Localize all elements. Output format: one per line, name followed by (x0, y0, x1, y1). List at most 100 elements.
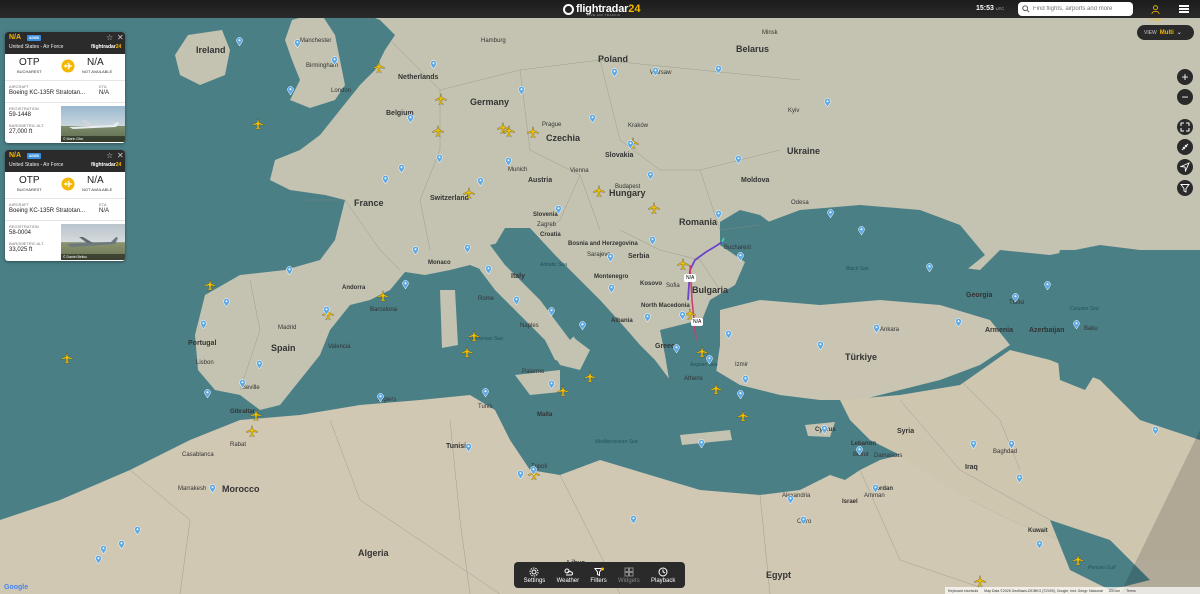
airport-pin-icon[interactable] (323, 306, 330, 315)
airport-pin-icon[interactable] (294, 39, 301, 48)
aircraft-marker-icon[interactable] (593, 185, 605, 197)
search-input[interactable] (1033, 6, 1131, 12)
airport-pin-icon[interactable] (630, 515, 637, 524)
aircraft-marker-icon[interactable] (246, 425, 258, 437)
close-icon[interactable]: ✕ (117, 151, 124, 160)
airport-pin-icon[interactable] (715, 210, 722, 219)
airport-pin-icon[interactable] (430, 60, 437, 69)
flight-map[interactable]: Ireland Netherlands Germany Poland Belar… (0, 0, 1200, 594)
airport-pin-icon[interactable] (548, 380, 555, 389)
filter-button[interactable] (1177, 180, 1193, 196)
airport-pin-icon[interactable] (200, 320, 207, 329)
destination-code[interactable]: N/A (87, 175, 104, 186)
airport-pin-icon[interactable] (239, 379, 246, 388)
zoom-in-button[interactable]: + (1177, 69, 1193, 85)
airport-pin-icon[interactable] (787, 495, 794, 504)
airport-toggle-button[interactable] (1177, 139, 1193, 155)
search-box[interactable] (1018, 2, 1133, 16)
airport-pin-icon[interactable] (715, 65, 722, 74)
filters-button[interactable]: Filters (590, 567, 607, 584)
aircraft-marker-icon[interactable] (373, 61, 385, 73)
airport-pin-icon[interactable] (926, 263, 933, 272)
airport-pin-icon[interactable] (824, 98, 831, 107)
flight-card[interactable]: N/A ADSB United States - Air Force fligh… (5, 32, 125, 143)
app-logo[interactable]: flightradar 24 LIVE AIR TRAFFIC (563, 1, 640, 17)
airport-pin-icon[interactable] (256, 360, 263, 369)
airport-pin-icon[interactable] (579, 321, 586, 330)
airport-pin-icon[interactable] (95, 555, 102, 564)
airport-pin-icon[interactable] (223, 298, 230, 307)
aircraft-marker-icon[interactable] (461, 346, 473, 358)
airport-pin-icon[interactable] (856, 446, 863, 455)
airport-pin-icon[interactable] (118, 540, 125, 549)
airport-pin-icon[interactable] (286, 266, 293, 275)
weather-button[interactable]: Weather (557, 567, 579, 584)
airport-pin-icon[interactable] (817, 341, 824, 350)
airport-pin-icon[interactable] (827, 209, 834, 218)
airport-pin-icon[interactable] (698, 439, 705, 448)
airport-pin-icon[interactable] (737, 390, 744, 399)
aircraft-marker-icon[interactable] (204, 279, 216, 291)
airport-pin-icon[interactable] (485, 265, 492, 274)
zoom-out-button[interactable]: − (1177, 89, 1193, 105)
airport-pin-icon[interactable] (706, 355, 713, 364)
airport-pin-icon[interactable] (436, 154, 443, 163)
airport-pin-icon[interactable] (548, 307, 555, 316)
aircraft-photo[interactable]: © Daniel Beliso (61, 224, 125, 260)
airport-pin-icon[interactable] (737, 252, 744, 261)
airport-pin-icon[interactable] (1012, 293, 1019, 302)
airport-pin-icon[interactable] (204, 389, 211, 398)
airport-pin-icon[interactable] (1044, 281, 1051, 290)
airport-pin-icon[interactable] (649, 236, 656, 245)
airport-pin-icon[interactable] (134, 526, 141, 535)
star-icon[interactable]: ☆ (106, 33, 113, 42)
airport-pin-icon[interactable] (477, 177, 484, 186)
airport-pin-icon[interactable] (607, 253, 614, 262)
airport-pin-icon[interactable] (236, 37, 243, 46)
airport-pin-icon[interactable] (382, 175, 389, 184)
airport-pin-icon[interactable] (725, 330, 732, 339)
airport-pin-icon[interactable] (1008, 440, 1015, 449)
aircraft-marker-icon[interactable] (737, 410, 749, 422)
terms-link[interactable]: Terms (1126, 589, 1136, 593)
airport-pin-icon[interactable] (331, 56, 338, 65)
aircraft-marker-icon[interactable] (377, 290, 389, 302)
airport-pin-icon[interactable] (1152, 426, 1159, 435)
star-icon[interactable]: ☆ (106, 151, 113, 160)
aircraft-marker-icon[interactable] (468, 330, 480, 342)
airport-pin-icon[interactable] (735, 155, 742, 164)
airport-pin-icon[interactable] (858, 226, 865, 235)
airport-pin-icon[interactable] (518, 86, 525, 95)
airport-pin-icon[interactable] (1073, 320, 1080, 329)
airport-pin-icon[interactable] (412, 246, 419, 255)
airport-pin-icon[interactable] (800, 516, 807, 525)
airport-pin-icon[interactable] (742, 375, 749, 384)
origin-code[interactable]: OTP (19, 57, 40, 68)
aircraft-marker-icon[interactable] (677, 258, 689, 270)
aircraft-marker-icon[interactable] (974, 575, 986, 587)
airport-pin-icon[interactable] (821, 425, 828, 434)
aircraft-marker-icon[interactable] (250, 409, 262, 421)
airport-pin-icon[interactable] (209, 484, 216, 493)
flight-card[interactable]: N/A ADSB United States - Air Force fligh… (5, 150, 125, 261)
airport-pin-icon[interactable] (970, 440, 977, 449)
airport-pin-icon[interactable] (872, 484, 879, 493)
playback-button[interactable]: Playback (651, 567, 675, 584)
airport-pin-icon[interactable] (517, 470, 524, 479)
view-mode-button[interactable]: VIEW Multi ⌄ (1137, 25, 1194, 40)
airport-pin-icon[interactable] (555, 205, 562, 214)
aircraft-marker-icon[interactable] (557, 385, 569, 397)
airport-pin-icon[interactable] (407, 114, 414, 123)
airport-pin-icon[interactable] (398, 164, 405, 173)
aircraft-marker-icon[interactable] (503, 125, 515, 137)
airport-pin-icon[interactable] (627, 140, 634, 149)
aircraft-marker-icon[interactable] (252, 118, 264, 130)
aircraft-photo[interactable]: © Marin Ghe. (61, 106, 125, 142)
airport-pin-icon[interactable] (482, 388, 489, 397)
aircraft-marker-icon[interactable] (527, 126, 539, 138)
origin-code[interactable]: OTP (19, 175, 40, 186)
airport-pin-icon[interactable] (589, 114, 596, 123)
locate-button[interactable] (1177, 159, 1193, 175)
airport-pin-icon[interactable] (608, 284, 615, 293)
airport-pin-icon[interactable] (505, 157, 512, 166)
